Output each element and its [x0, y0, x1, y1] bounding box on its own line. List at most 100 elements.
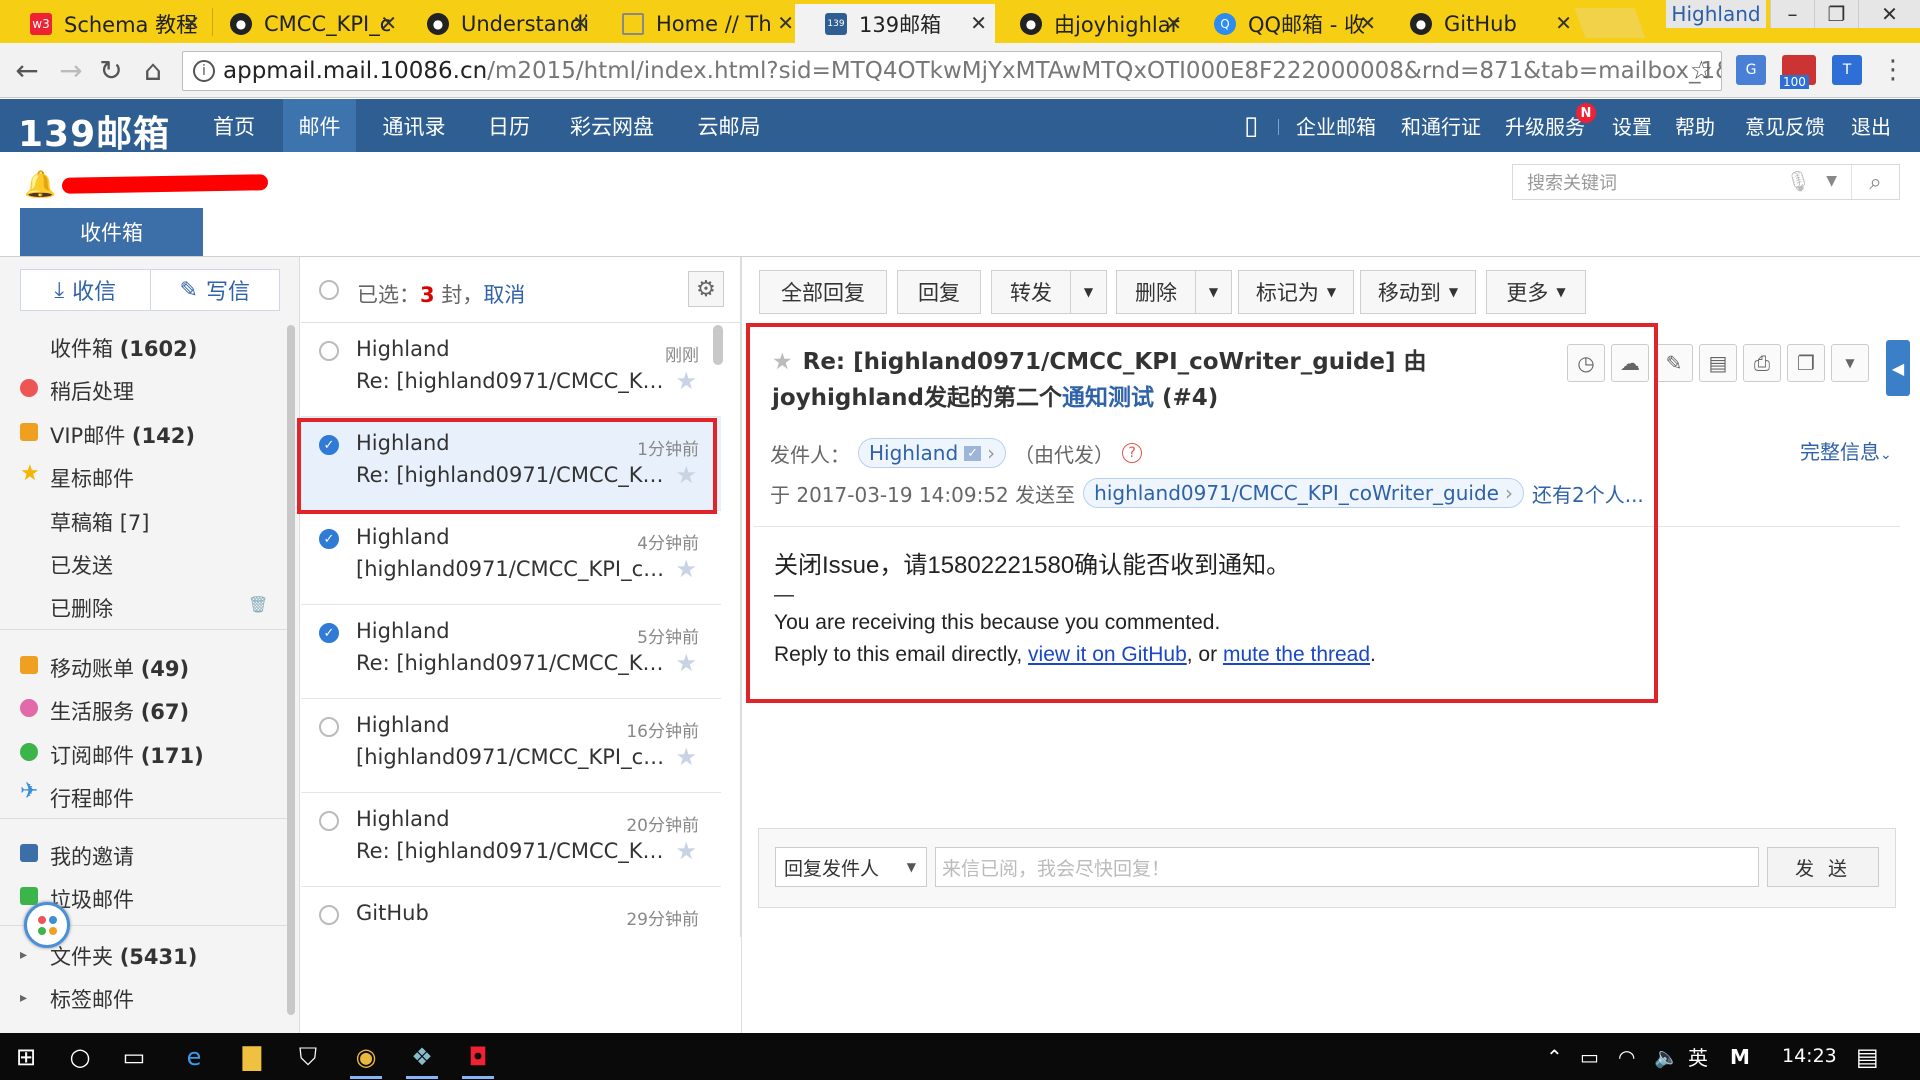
close-window-icon[interactable]: ✕ [1858, 0, 1920, 28]
row-checkbox[interactable]: ✓ [319, 623, 339, 643]
browser-tab-cmcc[interactable]: ● CMCC_KPI_c ✕ [200, 4, 405, 43]
sidebar-item-starred[interactable]: 星标邮件 [50, 463, 134, 493]
nav-cloud-drive[interactable]: 彩云网盘 [560, 99, 664, 152]
star-icon[interactable]: ★ [675, 743, 697, 771]
back-icon[interactable]: ← [10, 53, 44, 87]
clock[interactable]: 14:23 [1782, 1045, 1837, 1067]
windows-start-icon[interactable]: ⊞ [8, 1039, 44, 1075]
new-tab-button[interactable] [1574, 8, 1646, 38]
browser-tab-schema[interactable]: w3 Schema 教程 ✕ [0, 4, 208, 43]
forward-dropdown-icon[interactable]: ▼ [1071, 270, 1107, 314]
close-tab-icon[interactable]: ✕ [1165, 11, 1182, 35]
extension-icon[interactable]: T [1832, 55, 1862, 85]
sidebar-item-trips[interactable]: 行程邮件 [50, 783, 134, 813]
bell-icon[interactable]: 🔔 [24, 170, 56, 200]
quick-reply-input[interactable]: 来信已阅，我会尽快回复！ [935, 847, 1759, 887]
adblock-extension-icon[interactable]: 100 [1780, 55, 1816, 89]
browser-tab-github[interactable]: ● GitHub ✕ [1380, 4, 1580, 43]
chevron-down-icon[interactable]: ▼ [1831, 344, 1869, 382]
search-icon[interactable]: ⌕ [1851, 165, 1899, 199]
reply-all-button[interactable]: 全部回复 [759, 270, 887, 314]
store-icon[interactable]: ⛉ [290, 1039, 326, 1075]
search-input[interactable]: 搜索关键词 [1527, 169, 1617, 195]
close-tab-icon[interactable]: ✕ [1555, 11, 1572, 35]
star-icon[interactable]: ★ [675, 555, 697, 583]
reply-target-select[interactable]: 回复发件人 ▼ [775, 847, 927, 887]
row-checkbox[interactable] [319, 717, 339, 737]
list-scrollbar[interactable] [713, 325, 723, 365]
translate-extension-icon[interactable]: G [1736, 55, 1766, 85]
popout-icon[interactable]: ❐ [1787, 344, 1825, 382]
wifi-icon[interactable]: ◠ [1618, 1033, 1635, 1080]
side-panel-toggle-icon[interactable]: ◀ [1886, 340, 1910, 396]
tray-expand-icon[interactable]: ⌃ [1546, 1033, 1563, 1080]
profile-button[interactable]: Highland [1666, 0, 1766, 28]
home-icon[interactable]: ⌂ [136, 53, 170, 87]
full-info-link[interactable]: 完整信息⌄ [1800, 436, 1892, 465]
sidebar-item-deleted[interactable]: 已删除 [50, 593, 113, 623]
reload-icon[interactable]: ↻ [94, 53, 128, 87]
gear-icon[interactable]: ⚙ [688, 271, 724, 307]
list-item[interactable]: ✓ Highland 5分钟前 Re: [highland0971/CMCC_K… [301, 605, 721, 699]
sidebar-item-labels[interactable]: 标签邮件 [50, 984, 134, 1014]
site-info-icon[interactable]: i [193, 60, 215, 82]
app-icon[interactable]: ❖ [404, 1039, 440, 1079]
address-bar[interactable]: i appmail.mail.10086.cn/m2015/html/index… [182, 51, 1722, 91]
volume-icon[interactable]: 🔈 [1654, 1033, 1679, 1080]
star-icon[interactable]: ★ [675, 837, 697, 865]
chrome-menu-icon[interactable]: ⋮ [1876, 53, 1910, 87]
send-button[interactable]: 发 送 [1767, 847, 1879, 887]
nav-home[interactable]: 首页 [200, 99, 268, 152]
sidebar-item-folders[interactable]: 文件夹 (5431) [50, 941, 197, 971]
task-view-icon[interactable]: ▭ [116, 1039, 152, 1075]
chrome-icon[interactable]: ◉ [348, 1039, 384, 1079]
browser-tab-139mail[interactable]: 139 139邮箱 ✕ [795, 4, 995, 43]
ime-indicator[interactable]: 英 [1688, 1033, 1708, 1080]
expand-icon[interactable]: ▸ [20, 990, 27, 1006]
list-item[interactable]: Highland 刚刚 Re: [highland0971/CMCC_KPI_c… [301, 323, 721, 417]
row-checkbox[interactable] [319, 811, 339, 831]
apps-icon[interactable] [24, 902, 70, 948]
sidebar-item-bills[interactable]: 移动账单 (49) [50, 653, 189, 683]
mail-logo[interactable]: 139邮箱 [18, 105, 170, 157]
nav-help[interactable]: 帮助 [1675, 99, 1715, 152]
move-to-button[interactable]: 移动到 ▼ [1360, 270, 1476, 314]
forward-icon[interactable]: → [54, 53, 88, 87]
print-icon[interactable]: ⎙ [1743, 344, 1781, 382]
cancel-selection-link[interactable]: 取消 [483, 283, 525, 307]
close-tab-icon[interactable]: ✕ [572, 11, 589, 35]
nav-upgrade[interactable]: 升级服务 [1505, 99, 1585, 152]
close-tab-icon[interactable]: ✕ [777, 11, 794, 35]
minimize-icon[interactable]: – [1770, 0, 1814, 28]
delete-dropdown-icon[interactable]: ▼ [1196, 270, 1232, 314]
sidebar-item-later[interactable]: 稍后处理 [50, 376, 134, 406]
note-icon[interactable]: ✎ [1655, 344, 1693, 382]
sidebar-item-invitations[interactable]: 我的邀请 [50, 841, 134, 871]
list-item[interactable]: ✓ Highland 4分钟前 [highland0971/CMCC_KPI_c… [301, 511, 721, 605]
browser-tab-understand[interactable]: ● Understandi ✕ [397, 4, 597, 43]
search-box[interactable]: 搜索关键词 🎙 ▼ ⌕ [1512, 164, 1900, 200]
list-item[interactable]: Highland 20分钟前 Re: [highland0971/CMCC_KP… [301, 793, 721, 887]
nav-mail[interactable]: 邮件 [283, 99, 356, 152]
edge-icon[interactable]: e [176, 1039, 212, 1075]
chevron-down-icon[interactable]: ▼ [1826, 173, 1837, 189]
close-tab-icon[interactable]: ✕ [380, 11, 397, 35]
sidebar-item-sent[interactable]: 已发送 [50, 550, 113, 580]
close-tab-icon[interactable]: ✕ [1359, 11, 1376, 35]
reply-button[interactable]: 回复 [897, 270, 981, 314]
close-tab-icon[interactable]: ✕ [970, 11, 987, 35]
row-checkbox[interactable]: ✓ [319, 529, 339, 549]
mobile-icon[interactable]: ▯ [1244, 99, 1258, 152]
document-icon[interactable]: ▤ [1699, 344, 1737, 382]
row-checkbox[interactable] [319, 905, 339, 925]
nav-logout[interactable]: 退出 [1851, 99, 1891, 152]
trash-icon[interactable]: 🗑 [248, 595, 268, 614]
nav-contacts[interactable]: 通讯录 [372, 99, 456, 152]
close-tab-icon[interactable]: ✕ [183, 11, 200, 35]
sidebar-item-vip[interactable]: VIP邮件 (142) [50, 420, 195, 450]
cortana-icon[interactable]: ○ [62, 1039, 98, 1075]
compose-button[interactable]: ✎ 写信 [149, 270, 280, 310]
tab-inbox[interactable]: 收件箱 [20, 208, 203, 256]
star-icon[interactable]: ★ [675, 649, 697, 677]
browser-tab-home[interactable]: Home // Th ✕ [592, 4, 802, 43]
